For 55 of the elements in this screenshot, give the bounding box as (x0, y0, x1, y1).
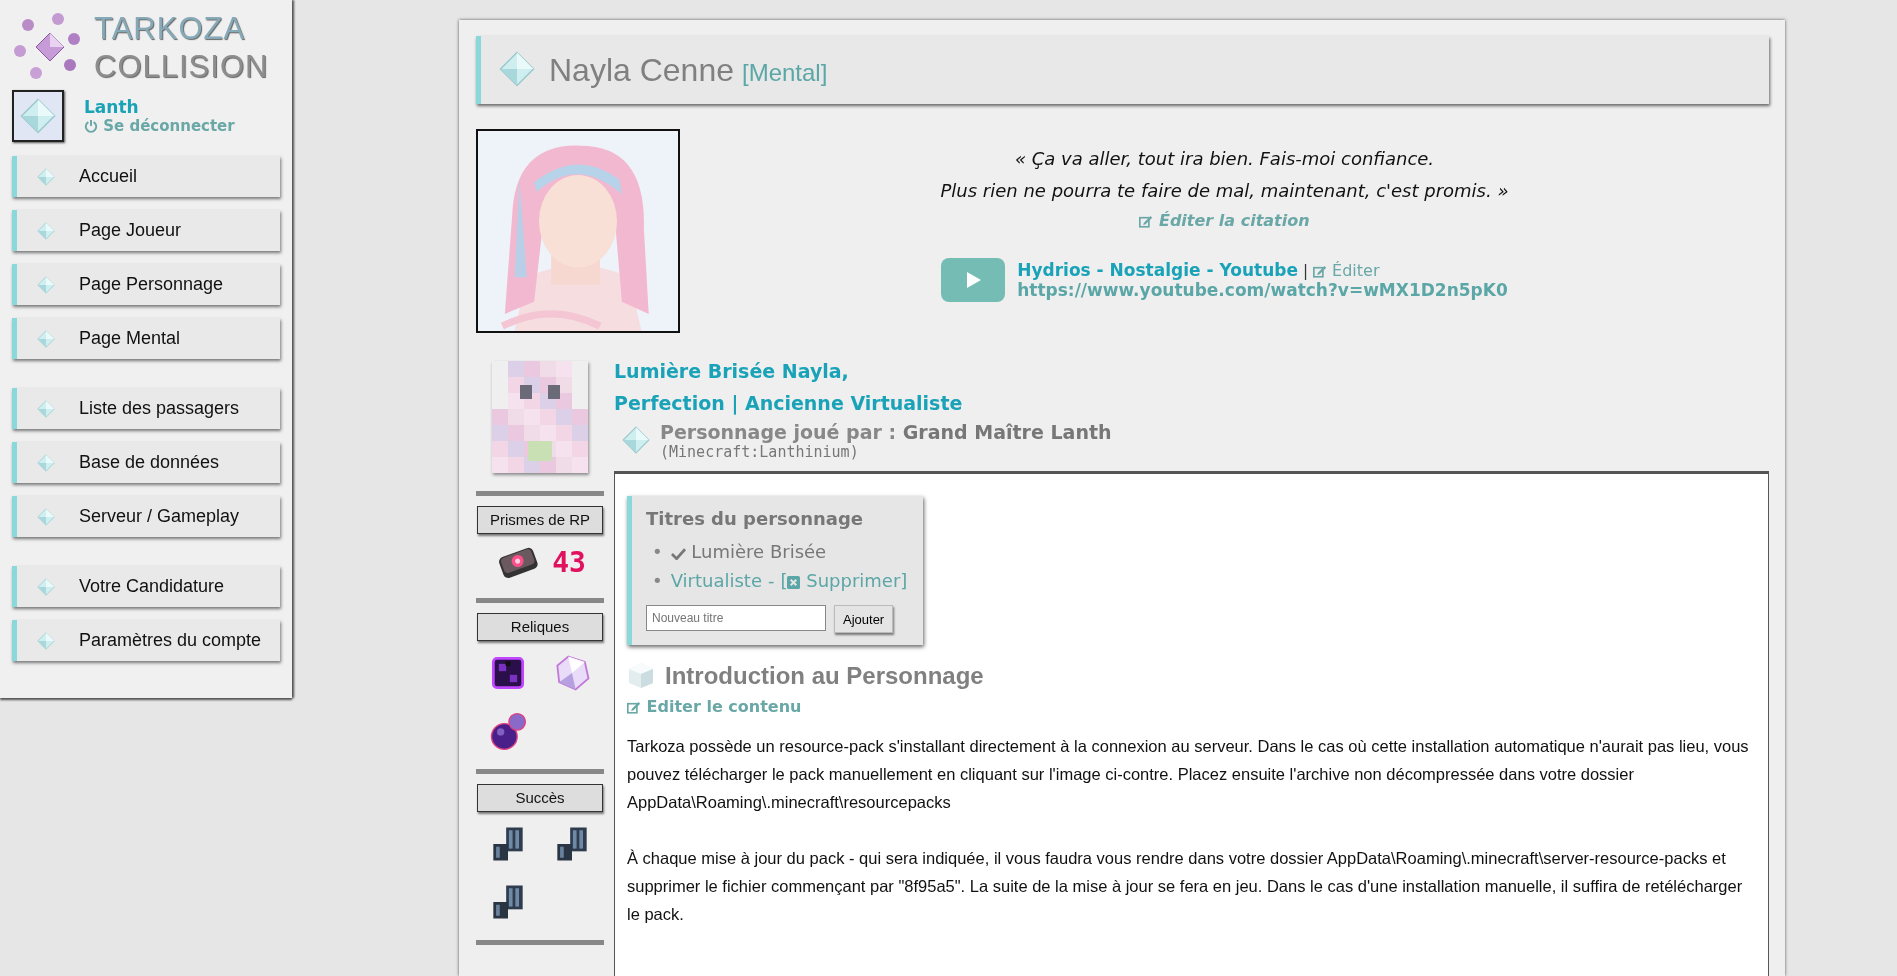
section-label: Succès (477, 784, 603, 812)
diamond-icon (37, 275, 55, 294)
nav-item[interactable]: Base de données (12, 442, 280, 483)
titles-heading: Titres du personnage (646, 508, 864, 529)
play-button[interactable] (941, 258, 1006, 302)
page-tag: [Mental] (742, 59, 828, 87)
close-icon (787, 576, 801, 589)
diamond-icon (37, 577, 55, 596)
section-label: Prismes de RP (477, 506, 603, 534)
quote-text: Plus rien ne pourra te faire de mal, maintenant, c'est promis. » (940, 179, 1509, 203)
paragraph: À chaque mise à jour du pack - qui sera indiquée, il vous faudra vous rendre dans votre dossier AppData\Roaming\.minecraft\server-resource-packs et supprimer le fichier commençant par "8f95a5". La suite de la mise à jour se fera en jeu. Dans le cas d'une installation manuelle, il suffira de retélécharger le pack. (627, 848, 1744, 925)
bullet: • (652, 570, 663, 591)
diamond-icon (37, 631, 55, 650)
separator: | (1302, 262, 1308, 280)
power-icon (84, 119, 98, 133)
logo-text: COLLISION (94, 48, 269, 86)
logo-text: TARKOZA (94, 10, 247, 48)
played-by-text: Personnage joué par : Grand Maître Lanth (660, 421, 1112, 443)
character-title: Perfection | Ancienne Virtualiste (614, 391, 964, 417)
diamond-icon (499, 51, 535, 87)
edit-icon (1139, 214, 1154, 228)
diamond-icon (37, 399, 55, 418)
paragraph: Tarkoza possède un resource-pack s'installant directement à la connexion au serveur. Dans le cas où cette installation automatique n'aurait pas lieu, vous pouvez télécharger le pack manuellement en cliquant sur l'image ci-contre. Placez ensuite l'archive non décompressée dans votre dossier AppData\Roaming\.minecraft\resourcepacks (627, 736, 1750, 813)
diamond-icon (20, 98, 56, 134)
separator: - (767, 570, 775, 591)
prism-count: 43 (552, 545, 586, 579)
cube-icon (627, 661, 655, 689)
nav-item[interactable]: Serveur / Gameplay (12, 496, 280, 537)
edit-icon (1313, 264, 1327, 278)
diamond-icon (622, 426, 650, 454)
quote-text: « Ça va aller, tout ira bien. Fais-moi confiance. (1013, 147, 1436, 171)
nav-item[interactable]: Page Personnage (12, 264, 280, 305)
nav-item[interactable]: Page Mental (12, 318, 280, 359)
play-icon (964, 271, 983, 289)
add-button[interactable]: Ajouter (834, 605, 894, 633)
nav-item[interactable]: Votre Candidature (12, 566, 280, 607)
check-icon (670, 547, 686, 560)
character-title: Lumière Brisée Nayla, (614, 359, 850, 384)
account-text: (Minecraft:Lanthinium) (660, 443, 860, 461)
bullet: • (652, 541, 663, 562)
current-title: Lumière Brisée (670, 541, 827, 562)
diamond-icon (37, 167, 55, 186)
edit-icon (627, 700, 641, 714)
new-title-field[interactable]: Nouveau titre (646, 605, 826, 631)
nav-item[interactable]: Page Joueur (12, 210, 280, 251)
nav-item[interactable]: Accueil (12, 156, 280, 197)
diamond-icon (37, 453, 55, 472)
character-name: Nayla Cenne (549, 51, 734, 89)
diamond-icon (37, 329, 55, 348)
section-heading: Introduction au Personnage (665, 662, 984, 690)
diamond-icon (37, 507, 55, 526)
nav-item[interactable]: Liste des passagers (12, 388, 280, 429)
diamond-icon (37, 221, 55, 240)
nav-item[interactable]: Paramètres du compte (12, 620, 280, 661)
section-label: Reliques (477, 613, 603, 641)
